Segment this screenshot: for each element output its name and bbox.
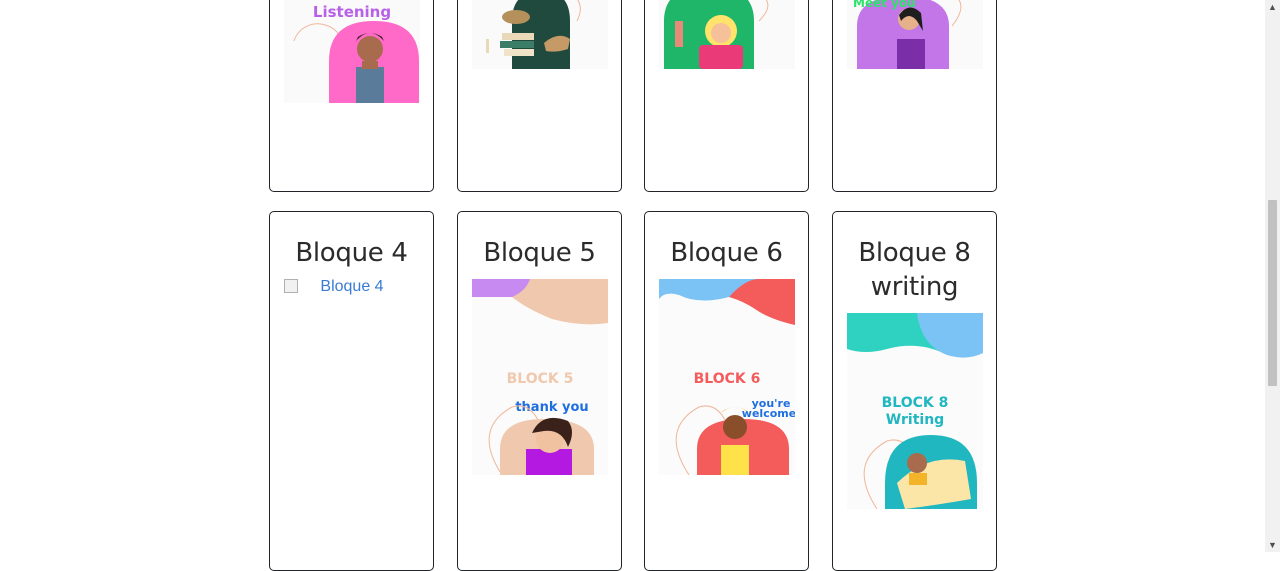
card-title: Bloque 4 (295, 238, 408, 268)
broken-image-icon (284, 279, 298, 293)
scroll-up-icon[interactable]: ▲ (1268, 2, 1277, 12)
card-listening[interactable]: Listening (269, 0, 434, 192)
vertical-scrollbar[interactable]: ▲ ▼ (1265, 0, 1280, 552)
card-bloque-8[interactable]: Bloque 8 writing BLOCK 8 Writing (832, 211, 997, 571)
bloque-8-image: BLOCK 8 Writing (847, 313, 983, 509)
card-title-line-1: Bloque 8 (858, 238, 971, 268)
card-reading[interactable] (457, 0, 622, 192)
bloque-6-text: BLOCK 6 (694, 371, 761, 387)
bloque-5-text: BLOCK 5 (507, 371, 574, 387)
reading-image (472, 0, 608, 69)
listening-image: Listening (284, 0, 420, 103)
card-title: Bloque 5 (483, 238, 596, 268)
bloque-8-subtext: Writing (886, 412, 944, 428)
card-hello[interactable] (644, 0, 809, 192)
bloque-5-image: BLOCK 5 thank you (472, 279, 608, 475)
scroll-down-icon[interactable]: ▼ (1268, 540, 1277, 550)
scrollbar-thumb[interactable] (1268, 200, 1277, 386)
meet-you-image-text: Meet you (853, 0, 916, 10)
card-title: Bloque 8 writing (833, 236, 996, 304)
card-title-line-2: writing (870, 272, 959, 302)
card-bloque-6[interactable]: Bloque 6 BLOCK 6 you're welcome (644, 211, 809, 571)
card-bloque-5[interactable]: Bloque 5 BLOCK 5 thank you (457, 211, 622, 571)
bloque-8-text: BLOCK 8 (882, 395, 949, 411)
bloque-6-image: BLOCK 6 you're welcome (659, 279, 795, 475)
card-meet-you[interactable]: Meet you (832, 0, 997, 192)
image-alt-text: Bloque 4 (320, 278, 384, 295)
meet-you-image: Meet you (847, 0, 983, 69)
bloque-4-image-link[interactable]: Bloque 4 (284, 278, 420, 296)
card-bloque-4[interactable]: Bloque 4 Bloque 4 (269, 211, 434, 571)
card-title: Bloque 6 (670, 238, 783, 268)
hello-image (659, 0, 795, 69)
listening-image-text: Listening (313, 3, 391, 21)
bloque-6-subtext-2: welcome (742, 407, 795, 420)
